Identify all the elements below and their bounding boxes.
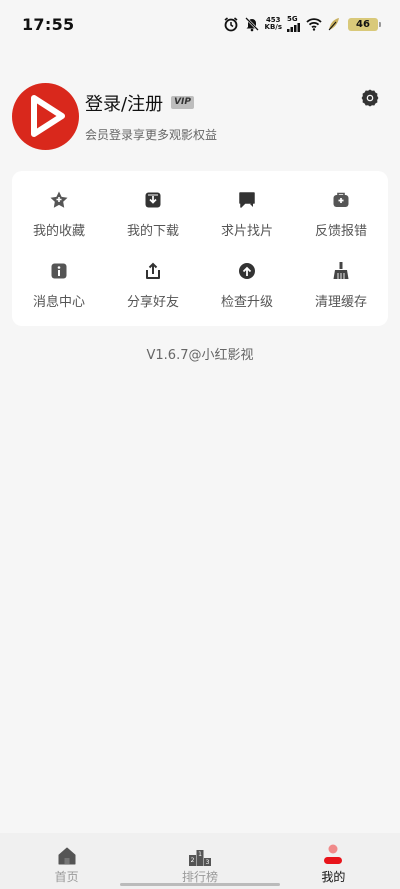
play-logo-icon	[30, 95, 65, 137]
chat-bubble-icon	[236, 189, 258, 211]
app-logo-avatar[interactable]	[12, 82, 79, 150]
grid-label: 反馈报错	[314, 224, 367, 240]
net-speed-unit: KB/s	[264, 23, 282, 31]
login-register-link[interactable]: 登录/注册	[85, 90, 163, 116]
upgrade-icon	[236, 260, 258, 282]
leaf-icon	[327, 16, 343, 32]
status-icons: 453 KB/s 5G 46	[223, 16, 381, 32]
grid-label: 消息中心	[32, 294, 85, 310]
profile-header: 登录/注册 VIP 会员登录享更多观影权益	[12, 82, 388, 150]
nav-ranking[interactable]: 123 排行榜	[133, 833, 266, 889]
svg-text:2: 2	[191, 857, 195, 864]
podium-icon: 12 3	[188, 844, 212, 866]
cellular-signal: 5G	[287, 16, 301, 32]
gear-icon	[361, 89, 379, 107]
signal-label: 5G	[287, 15, 298, 23]
grid-item-clear-cache[interactable]: 清理缓存	[294, 250, 388, 321]
info-icon	[48, 260, 70, 282]
home-indicator	[120, 883, 280, 886]
bottom-nav: 首页 123 排行榜 我的	[0, 833, 400, 889]
grid-label: 分享好友	[126, 294, 179, 310]
nav-label: 首页	[54, 870, 79, 884]
grid-item-check-update[interactable]: 检查升级	[200, 250, 294, 321]
broom-icon	[330, 260, 352, 282]
net-speed: 453 KB/s	[265, 17, 282, 31]
signal-bars-icon	[287, 23, 300, 32]
login-subtitle: 会员登录享更多观影权益	[85, 127, 218, 142]
wifi-icon	[306, 16, 322, 32]
grid-item-downloads[interactable]: 我的下载	[106, 179, 200, 250]
grid-item-messages[interactable]: 消息中心	[12, 250, 106, 321]
battery-indicator: 46	[348, 17, 381, 31]
feedback-icon	[330, 189, 352, 211]
home-icon	[55, 844, 79, 866]
grid-label: 我的下载	[126, 224, 179, 240]
nav-label: 我的	[321, 870, 346, 884]
download-box-icon	[142, 189, 164, 211]
profile-icon	[321, 844, 345, 866]
mute-bell-icon	[244, 16, 260, 32]
grid-label: 求片找片	[220, 224, 273, 240]
settings-button[interactable]	[360, 88, 380, 108]
favorite-star-icon	[48, 189, 70, 211]
vip-badge: VIP	[171, 96, 194, 109]
grid-item-request-movie[interactable]: 求片找片	[200, 179, 294, 250]
profile-text: 登录/注册 VIP 会员登录享更多观影权益	[85, 90, 217, 143]
grid-item-favorites[interactable]: 我的收藏	[12, 179, 106, 250]
status-time: 17:55	[22, 14, 75, 34]
svg-text:1: 1	[198, 851, 202, 858]
nav-profile[interactable]: 我的	[267, 833, 400, 889]
app-version: V1.6.7@小红影视	[146, 348, 254, 363]
svg-text:3: 3	[206, 859, 210, 866]
grid-label: 检查升级	[220, 294, 273, 310]
status-bar: 17:55 453 KB/s 5G 46	[0, 0, 400, 48]
grid-label: 清理缓存	[314, 294, 367, 310]
grid-item-share[interactable]: 分享好友	[106, 250, 200, 321]
alarm-icon	[223, 16, 239, 32]
login-row: 登录/注册 VIP	[85, 90, 217, 116]
grid-label: 我的收藏	[32, 224, 85, 240]
grid-item-feedback[interactable]: 反馈报错	[294, 179, 388, 250]
share-icon	[142, 260, 164, 282]
function-grid-card: 我的收藏 我的下载 求片找片 反馈报错 消息中心 分享好友 检查升级 清理缓存	[12, 171, 388, 326]
nav-home[interactable]: 首页	[0, 833, 133, 889]
